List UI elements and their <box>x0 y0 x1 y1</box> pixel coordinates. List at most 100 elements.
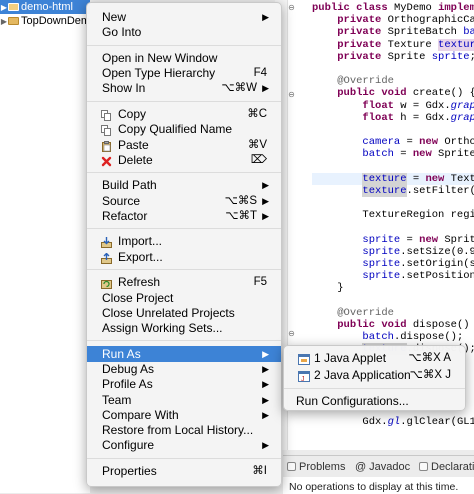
menu-item-export[interactable]: Export... <box>87 249 281 265</box>
export-icon <box>101 252 112 264</box>
menu-item-java-applet[interactable]: 1 Java Applet ⌥⌘X A <box>284 350 465 366</box>
menu-item-label: Refactor <box>102 208 148 223</box>
menu-item-source[interactable]: Source ⌥⌘S ▶ <box>87 193 281 209</box>
menu-item-configure[interactable]: Configure ▶ <box>87 437 281 453</box>
fold-toggle-icon[interactable]: ⊖ <box>287 329 296 338</box>
declaration-icon <box>419 462 428 471</box>
menu-separator <box>87 44 281 46</box>
project-folder-icon <box>8 17 19 25</box>
submenu-arrow-icon: ▶ <box>262 394 269 405</box>
code-line: TextureRegion region <box>312 209 474 222</box>
menu-item-close-unrelated-projects[interactable]: Close Unrelated Projects <box>87 305 281 321</box>
code-line: camera = new Orthogra <box>362 136 474 149</box>
code-line: public class MyDemo implements <box>312 2 474 14</box>
menu-item-label: Open Type Hierarchy <box>102 66 216 81</box>
menu-item-label: Source <box>102 193 141 208</box>
menu-item-label: Run As <box>102 346 141 361</box>
menu-item-run-as[interactable]: Run As ▶ <box>87 345 281 362</box>
menu-item-close-project[interactable]: Close Project <box>87 290 281 306</box>
svg-text:J: J <box>301 376 305 382</box>
menu-item-open-new-window[interactable]: Open in New Window <box>87 50 281 66</box>
menu-item-label: Properties <box>102 463 157 478</box>
menu-item-label: Close Project <box>102 290 174 305</box>
menu-item-compare-with[interactable]: Compare With ▶ <box>87 407 281 423</box>
menu-item-new[interactable]: New ▶ <box>87 9 281 25</box>
java-applet-icon <box>298 353 310 365</box>
fold-toggle-icon[interactable]: ⊖ <box>287 90 296 99</box>
menu-item-label: Go Into <box>102 25 142 40</box>
code-line: public void create() { <box>337 87 474 100</box>
menu-item-copy[interactable]: Copy ⌘C <box>87 106 281 122</box>
code-line: public void dispose() { <box>337 318 470 331</box>
menu-item-open-type-hierarchy[interactable]: Open Type Hierarchy F4 <box>87 65 281 81</box>
menu-separator <box>87 172 281 174</box>
code-line: batch = new SpriteBatch <box>362 148 474 161</box>
tab-javadoc[interactable]: @ Javadoc <box>355 459 410 475</box>
code-line: sprite.setPosition(-s <box>362 270 474 283</box>
submenu-arrow-icon: ▶ <box>262 83 269 94</box>
code-line: texture.setFilter(Tex <box>362 184 474 197</box>
code-line: private Sprite sprite; <box>337 50 474 63</box>
delete-icon <box>101 155 112 166</box>
code-line: private SpriteBatch batch <box>337 26 474 39</box>
fold-toggle-icon[interactable]: ⊖ <box>287 3 296 12</box>
tab-label: Javadoc <box>369 461 411 473</box>
menu-item-label: Copy <box>118 106 147 121</box>
package-explorer: ▶ demo-html ▶ TopDownDemo <box>0 0 90 493</box>
views-message: No operations to display at this time. <box>283 477 474 494</box>
tree-twisty-icon[interactable]: ▶ <box>0 15 8 28</box>
context-menu: New ▶ Go Into Open in New Window Open Type H… <box>86 2 282 487</box>
menu-shortcut: ⌥⌘S <box>224 194 257 207</box>
menu-item-java-application[interactable]: J 2 Java Application ⌥⌘X J <box>284 367 465 383</box>
code-line: } <box>312 282 344 295</box>
menu-separator <box>87 100 281 102</box>
menu-item-refactor[interactable]: Refactor ⌥⌘T ▶ <box>87 208 281 224</box>
tab-problems[interactable]: Problems <box>287 459 345 475</box>
menu-separator <box>87 228 281 230</box>
submenu-arrow-icon: ▶ <box>262 379 269 390</box>
menu-item-profile-as[interactable]: Profile As ▶ <box>87 376 281 392</box>
tree-item-topdowndemo[interactable]: ▶ TopDownDemo <box>0 14 90 28</box>
menu-item-assign-working-sets[interactable]: Assign Working Sets... <box>87 320 281 336</box>
menu-item-label: Profile As <box>102 377 153 392</box>
menu-item-team[interactable]: Team ▶ <box>87 392 281 408</box>
menu-item-label: Paste <box>118 137 149 152</box>
menu-item-show-in[interactable]: Show In ⌥⌘W ▶ <box>87 80 281 96</box>
menu-item-copy-qualified-name[interactable]: Copy Qualified Name <box>87 121 281 137</box>
code-line: private OrthographicCamer <box>337 14 474 27</box>
submenu-arrow-icon: ▶ <box>262 363 269 374</box>
menu-shortcut: F4 <box>253 67 267 80</box>
menu-item-properties[interactable]: Properties ⌘I <box>87 463 281 479</box>
menu-item-build-path[interactable]: Build Path ▶ <box>87 177 281 193</box>
run-as-submenu: 1 Java Applet ⌥⌘X A J 2 Java Application ⌥⌘X… <box>283 345 466 411</box>
submenu-arrow-icon: ▶ <box>262 195 269 206</box>
code-line: texture = new Texture <box>312 172 474 185</box>
menu-item-label: Open in New Window <box>102 50 218 65</box>
copy-qualified-icon <box>101 124 112 137</box>
tree-item-demo-html[interactable]: ▶ demo-html <box>0 0 90 14</box>
import-icon <box>101 236 112 249</box>
menu-item-restore-from-local-history[interactable]: Restore from Local History... <box>87 422 281 438</box>
menu-item-label: Compare With <box>102 407 179 422</box>
menu-item-paste[interactable]: Paste ⌘V <box>87 137 281 153</box>
submenu-arrow-icon: ▶ <box>262 440 269 451</box>
menu-separator <box>87 269 281 270</box>
menu-item-label: Run Configurations... <box>296 394 409 408</box>
menu-item-debug-as[interactable]: Debug As ▶ <box>87 361 281 377</box>
tab-label: Problems <box>299 461 346 473</box>
code-line: private Texture texture; <box>312 38 474 51</box>
code-line: float h = Gdx.graphic <box>362 111 474 124</box>
tree-twisty-icon[interactable]: ▶ <box>0 1 8 14</box>
menu-item-go-into[interactable]: Go Into <box>87 24 281 40</box>
menu-item-import[interactable]: Import... <box>87 233 281 249</box>
menu-item-refresh[interactable]: Refresh F5 <box>87 274 281 290</box>
menu-item-run-configurations[interactable]: Run Configurations... <box>284 393 465 409</box>
menu-item-label: 2 Java Application <box>314 368 411 382</box>
menu-item-label: New <box>102 10 127 24</box>
tab-declaration[interactable]: Declaratio <box>419 459 474 475</box>
menu-item-delete[interactable]: Delete ⌦ <box>87 152 281 168</box>
